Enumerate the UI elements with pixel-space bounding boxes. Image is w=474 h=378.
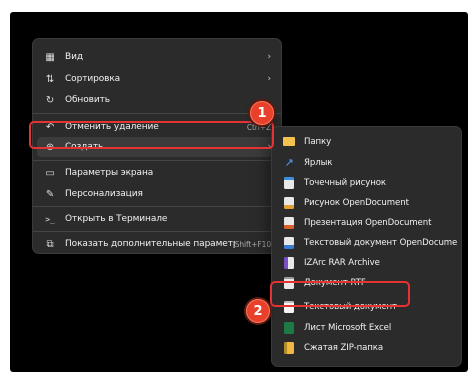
menu-item-personalize[interactable]: ✎ Персонализация [37, 184, 277, 204]
odt-icon [282, 236, 296, 250]
chevron-right-icon: › [267, 74, 272, 84]
terminal-icon: >_ [45, 214, 55, 224]
new-submenu: Папку ↗ Ярлык Точечный рисунок Рисунок O… [271, 126, 462, 367]
submenu-item-excel[interactable]: Лист Microsoft Excel [276, 318, 457, 337]
submenu-item-rar[interactable]: IZArc RAR Archive [276, 253, 457, 272]
menu-item-sort[interactable]: ⇅ Сортировка › [37, 69, 277, 89]
bitmap-icon [282, 176, 296, 190]
menu-divider [33, 160, 281, 161]
brush-icon: ✎ [45, 188, 55, 200]
more-options-icon: ⧉ [46, 238, 54, 250]
menu-divider [33, 231, 281, 232]
submenu-item-folder[interactable]: Папку [276, 132, 457, 151]
odp-icon [282, 216, 296, 230]
menu-item-display-settings[interactable]: ▭ Параметры экрана [37, 163, 277, 183]
submenu-item-odt[interactable]: Текстовый документ OpenDocument [276, 233, 457, 252]
step-badge-2: 2 [246, 299, 270, 323]
submenu-item-odp[interactable]: Презентация OpenDocument [276, 213, 457, 232]
refresh-icon: ↻ [45, 94, 55, 106]
shortcut-icon: ↗ [284, 156, 294, 169]
sort-icon: ⇅ [45, 73, 55, 85]
zip-icon [282, 341, 296, 355]
excel-icon [282, 321, 296, 335]
odg-icon [282, 196, 296, 210]
step-badge-1: 1 [250, 101, 274, 125]
chevron-right-icon: › [267, 52, 272, 62]
menu-item-refresh[interactable]: ↻ Обновить [37, 90, 277, 110]
submenu-item-shortcut[interactable]: ↗ Ярлык [276, 153, 457, 172]
submenu-item-odg[interactable]: Рисунок OpenDocument [276, 193, 457, 212]
folder-icon [282, 135, 296, 149]
grid-icon: ▦ [45, 51, 55, 63]
menu-divider [33, 113, 281, 114]
menu-divider [33, 206, 281, 207]
new-item-highlight [29, 121, 274, 149]
menu-item-open-terminal[interactable]: >_ Открыть в Терминале [37, 209, 277, 229]
menu-item-more-options[interactable]: ⧉ Показать дополнительные параметры Shif… [37, 234, 277, 254]
submenu-item-bitmap[interactable]: Точечный рисунок [276, 173, 457, 192]
display-icon: ▭ [45, 167, 55, 179]
rar-archive-icon [282, 256, 296, 270]
desktop-background[interactable]: ▦ Вид › ⇅ Сортировка › ↻ Обновить ↶ Отме… [10, 12, 468, 372]
submenu-item-zip[interactable]: Сжатая ZIP-папка [276, 338, 457, 357]
menu-item-view[interactable]: ▦ Вид › [37, 47, 277, 67]
text-document-highlight [270, 281, 410, 307]
